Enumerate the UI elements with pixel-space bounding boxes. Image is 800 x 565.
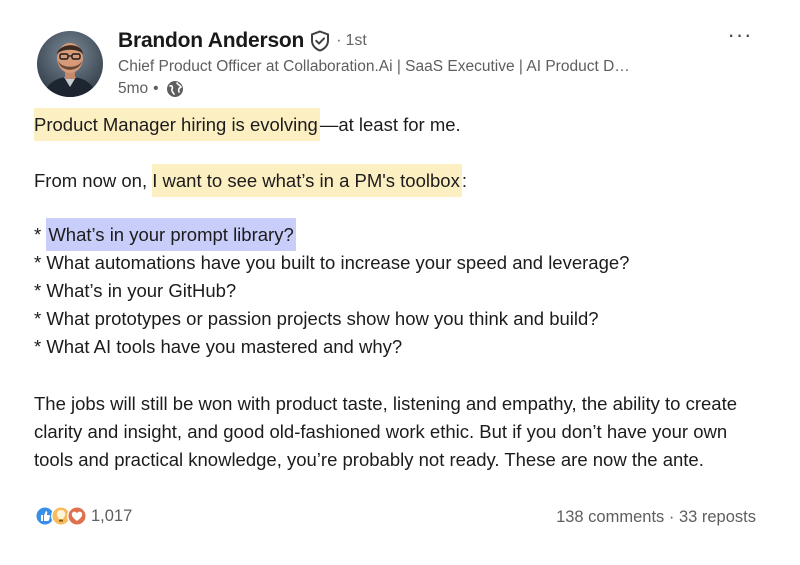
- comments-count-link[interactable]: 138 comments: [556, 508, 664, 526]
- bullet-item: * What AI tools have you mastered and wh…: [34, 336, 774, 358]
- closing-paragraph: The jobs will still be won with product …: [34, 393, 738, 470]
- bullet-text: What’s in your GitHub?: [46, 280, 237, 301]
- bullet-text: What automations have you built to incre…: [46, 252, 630, 273]
- counts-separator: ·: [664, 508, 679, 526]
- bullet-item: * What’s in your prompt library?: [34, 218, 774, 251]
- avatar[interactable]: [37, 31, 103, 97]
- linkedin-post: Brandon Anderson · 1st Chief Product Off…: [0, 0, 800, 565]
- author-line: Brandon Anderson · 1st: [118, 29, 367, 53]
- bullet-star: *: [34, 308, 47, 329]
- more-options-button[interactable]: ···: [724, 24, 756, 50]
- bullet-star: *: [34, 336, 47, 357]
- verified-shield-icon: [310, 30, 330, 52]
- author-name[interactable]: Brandon Anderson: [118, 29, 304, 53]
- highlighted-text: I want to see what’s in a PM's toolbox: [152, 164, 462, 197]
- line-2-prefix: From now on,: [34, 170, 153, 191]
- reaction-icons: [35, 506, 87, 526]
- reactions-summary[interactable]: 1,017: [35, 506, 132, 526]
- author-headline: Chief Product Officer at Collaboration.A…: [118, 58, 630, 75]
- bullet-item: * What’s in your GitHub?: [34, 280, 774, 302]
- bullet-text: What AI tools have you mastered and why?: [46, 336, 403, 357]
- bullet-text: What prototypes or passion projects show…: [46, 308, 599, 329]
- love-icon: [67, 506, 87, 526]
- globe-icon: [166, 80, 184, 98]
- bullet-item: * What prototypes or passion projects sh…: [34, 308, 774, 330]
- post-line-2: From now on, I want to see what’s in a P…: [34, 164, 774, 197]
- bullet-star: *: [34, 224, 47, 245]
- bullet-item: * What automations have you built to inc…: [34, 252, 774, 274]
- social-counts: 138 comments · 33 reposts: [556, 508, 756, 527]
- bullet-star: *: [34, 252, 47, 273]
- bullet-star: *: [34, 280, 47, 301]
- line-2-suffix: :: [461, 170, 467, 191]
- reposts-count-link[interactable]: 33 reposts: [679, 508, 756, 526]
- post-meta: 5mo •: [118, 80, 184, 98]
- line-1-rest: —at least for me.: [319, 114, 461, 135]
- post-line-1: Product Manager hiring is evolving —at le…: [34, 108, 774, 141]
- highlighted-text: What’s in your prompt library?: [46, 218, 296, 251]
- post-age: 5mo: [118, 80, 149, 97]
- avatar-photo: [37, 31, 103, 97]
- reaction-count: 1,017: [91, 506, 133, 525]
- highlighted-text: Product Manager hiring is evolving: [34, 108, 320, 141]
- dot-separator: ·: [336, 32, 342, 49]
- connection-degree: 1st: [345, 32, 367, 49]
- meta-separator: •: [153, 80, 159, 97]
